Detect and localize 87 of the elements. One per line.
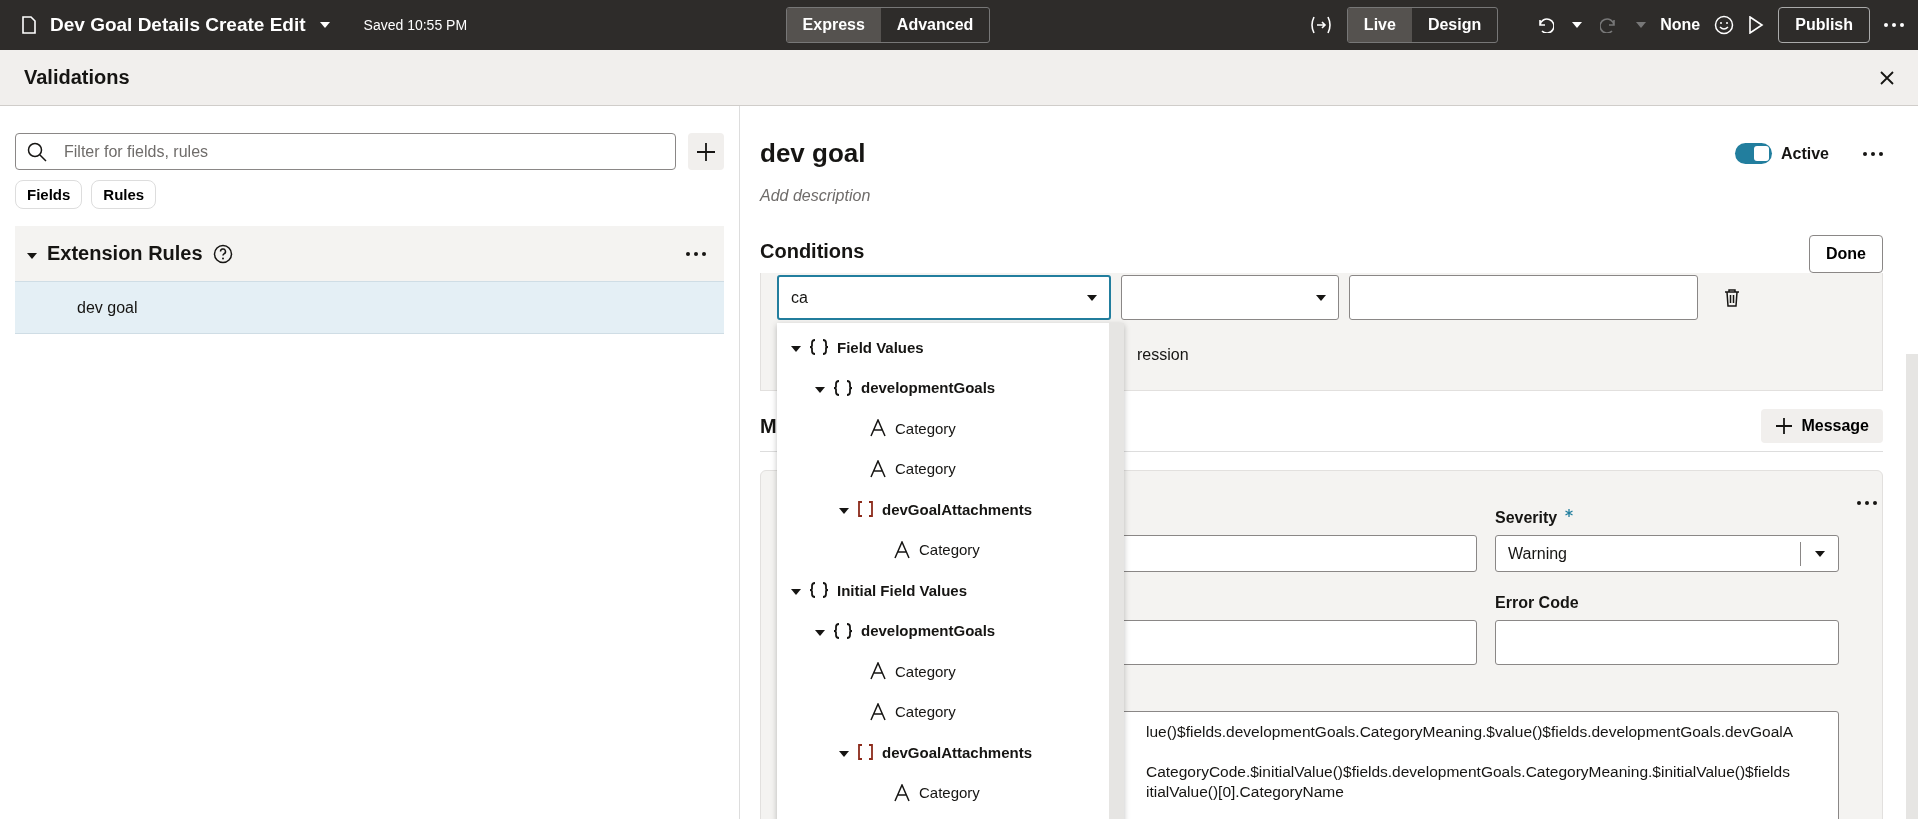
help-icon[interactable]: [212, 243, 233, 264]
profile-selector[interactable]: None: [1660, 16, 1701, 34]
text-type-icon: [869, 662, 887, 681]
section-title: Conditions: [760, 240, 865, 263]
expanded-caret-icon[interactable]: [839, 508, 849, 515]
braces-icon: [833, 379, 853, 396]
more-icon[interactable]: [686, 251, 706, 256]
section-title: M: [760, 414, 777, 438]
expression-icon[interactable]: [1308, 16, 1333, 34]
brackets-icon: [857, 744, 874, 761]
view-tab[interactable]: Design: [1411, 8, 1498, 42]
brackets-icon: [857, 501, 874, 518]
braces-icon: [809, 582, 829, 599]
braces-icon: [833, 622, 853, 639]
tree-item[interactable]: devGoalAttachments: [882, 500, 1033, 518]
field-label: Severity: [1495, 509, 1839, 527]
expanded-caret-icon[interactable]: [791, 589, 801, 596]
search-icon: [27, 142, 47, 162]
more-icon[interactable]: [1884, 23, 1904, 27]
tree-item[interactable]: Category: [895, 703, 956, 721]
caret-icon[interactable]: [319, 22, 330, 28]
expanded-caret-icon[interactable]: [815, 386, 825, 393]
tree-item[interactable]: developmentGoals: [861, 622, 996, 640]
rule-item[interactable]: dev goal: [15, 281, 724, 334]
description-placeholder[interactable]: Add description: [760, 187, 1883, 205]
tree-item[interactable]: devGoalAttachments: [882, 743, 1033, 761]
field-label: Error Code: [1495, 594, 1580, 612]
text-type-icon: [869, 459, 887, 478]
text-type-icon: [893, 783, 911, 802]
operator-select[interactable]: [1121, 275, 1339, 320]
partial-text: ression: [1137, 346, 1190, 364]
tree-item[interactable]: Category: [895, 662, 956, 680]
tree-item[interactable]: Initial Field Values: [837, 581, 968, 599]
delete-icon[interactable]: [1724, 288, 1740, 307]
document-icon: [22, 16, 36, 34]
expression-text: lue()$fields.developmentGoals.CategoryMeaning.$value()$fields.developmentGoals.devGoalA: [1146, 722, 1795, 742]
plus-icon: [1775, 417, 1794, 435]
filter-chip[interactable]: Rules: [91, 180, 157, 209]
caret-icon: [1316, 294, 1326, 301]
mode-tab[interactable]: Advanced: [880, 8, 990, 42]
caret-icon: [1087, 294, 1097, 301]
expanded-caret-icon[interactable]: [791, 346, 801, 353]
braces-icon: [809, 339, 829, 356]
filter-chip[interactable]: Fields: [15, 180, 83, 209]
smiley-icon[interactable]: [1714, 15, 1735, 35]
dropdown-scrollbar[interactable]: [1109, 323, 1124, 819]
tree-item[interactable]: Category: [895, 419, 956, 437]
switch-label: Active: [1780, 144, 1829, 163]
expression-text: itialValue()[0].CategoryName: [1146, 782, 1345, 802]
plus-icon: [696, 141, 716, 162]
tree-item[interactable]: Category: [919, 784, 980, 802]
text-type-icon: [893, 540, 911, 559]
expanded-caret-icon[interactable]: [27, 252, 37, 259]
scrollbar[interactable]: [1906, 354, 1918, 819]
done-button[interactable]: Done: [1809, 235, 1883, 273]
undo-icon: [1536, 17, 1555, 33]
tree-item[interactable]: Category: [895, 460, 956, 478]
expanded-caret-icon[interactable]: [839, 751, 849, 758]
text-type-icon: [869, 419, 887, 438]
field-combobox[interactable]: ca: [777, 275, 1111, 320]
mode-tab[interactable]: Express: [786, 8, 881, 42]
saved-status: Saved 10:55 PM: [363, 17, 468, 33]
value-field[interactable]: [1349, 275, 1698, 320]
more-icon[interactable]: [1857, 501, 1877, 505]
tree-item[interactable]: Field Values: [837, 338, 924, 356]
publish-button[interactable]: Publish: [1778, 7, 1870, 43]
dialog-title: Validations: [24, 66, 130, 89]
tree-item[interactable]: developmentGoals: [861, 379, 996, 397]
caret-icon: [1814, 550, 1825, 557]
expanded-caret-icon[interactable]: [815, 629, 825, 636]
active-switch[interactable]: [1734, 143, 1772, 164]
tree-item[interactable]: Category: [919, 541, 980, 559]
caret-icon[interactable]: [1572, 22, 1583, 28]
close-icon[interactable]: [1880, 70, 1894, 85]
search-field[interactable]: Filter for fields, rules: [15, 133, 676, 170]
error-code-field[interactable]: [1495, 620, 1839, 665]
add-message-button[interactable]: Message: [1761, 409, 1883, 443]
play-icon[interactable]: [1748, 16, 1765, 34]
text-type-icon: [869, 702, 887, 721]
add-button[interactable]: [688, 133, 724, 170]
expression-text: CategoryCode.$initialValue()$fields.developmentGoals.CategoryMeaning.$initialValue()$fields: [1146, 762, 1791, 782]
rule-title: dev goal: [760, 138, 867, 169]
severity-select[interactable]: Warning: [1495, 535, 1839, 572]
app-title: Dev Goal Details Create Edit: [50, 14, 306, 36]
more-icon[interactable]: [1863, 151, 1883, 156]
view-tab[interactable]: Live: [1347, 8, 1412, 42]
group-title: Extension Rules: [47, 242, 203, 265]
